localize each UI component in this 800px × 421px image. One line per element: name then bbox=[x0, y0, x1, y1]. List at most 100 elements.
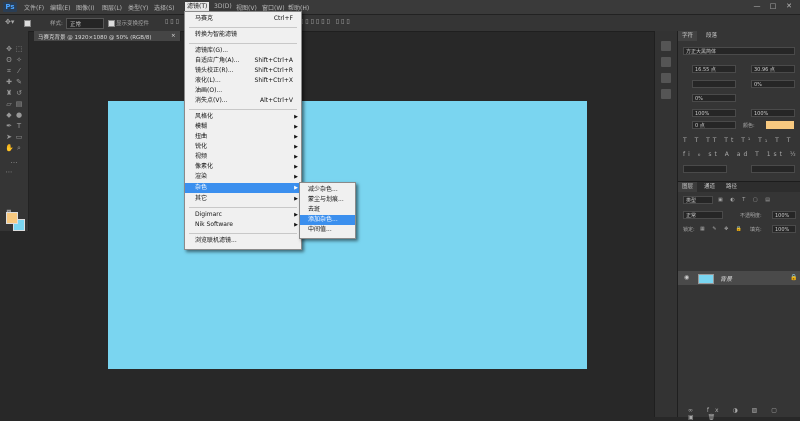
fill-input[interactable]: 100% bbox=[772, 225, 796, 233]
tab-paths[interactable]: 路径 bbox=[722, 182, 741, 192]
hand-tool-icon[interactable]: ✋ bbox=[5, 144, 14, 152]
history-panel-icon[interactable] bbox=[661, 41, 671, 51]
menu-item-stylize[interactable]: 风格化 ▶ bbox=[185, 112, 301, 122]
document-tab[interactable]: 马赛克背景 @ 1920×1080 @ 50% (RGB/8) × bbox=[34, 31, 181, 41]
tab-paragraph[interactable]: 段落 bbox=[702, 31, 722, 41]
menu-item-oil-paint[interactable]: 油画(O)... bbox=[185, 86, 301, 96]
dodge-tool-icon[interactable]: ● bbox=[15, 111, 23, 119]
font-family-select[interactable]: 方正大黑简体 bbox=[683, 47, 795, 55]
opentype-buttons[interactable]: fi ℴ st A ad T 1st ½ bbox=[683, 151, 799, 158]
paragraph-panel-icon[interactable] bbox=[661, 89, 671, 99]
distribute-icons[interactable]: ▯▯▯▯▯▯ ▯▯▯ bbox=[300, 18, 352, 25]
stamp-tool-icon[interactable]: ♜ bbox=[5, 89, 13, 97]
lasso-tool-icon[interactable]: ʘ bbox=[5, 56, 13, 64]
leading-input[interactable]: 30.96 点 bbox=[751, 65, 795, 73]
horizontal-scale-input[interactable]: 100% bbox=[751, 109, 795, 117]
menu-file[interactable]: 文件(F) bbox=[24, 3, 44, 12]
submenu-arrow-icon: ▶ bbox=[294, 154, 298, 160]
menu-item-convert-smart-filter[interactable]: 转换为智能滤镜 bbox=[185, 30, 301, 40]
menu-item-liquify[interactable]: 液化(L)... Shift+Ctrl+X bbox=[185, 76, 301, 86]
scale-field[interactable]: 0% bbox=[692, 94, 736, 102]
submenu-item-add-noise[interactable]: 添加杂色... bbox=[300, 215, 355, 225]
layer-row[interactable]: ◉ 背景 🔒 bbox=[678, 271, 800, 285]
more-tools-icon[interactable]: … bbox=[10, 157, 18, 165]
menu-image[interactable]: 图像(I) bbox=[76, 3, 94, 12]
menu-item-vanishing-point[interactable]: 消失点(V)... Alt+Ctrl+V bbox=[185, 96, 301, 106]
menu-item-nik-software[interactable]: Nik Software ▶ bbox=[185, 220, 301, 230]
blend-mode-select[interactable]: 正常 bbox=[683, 211, 723, 219]
layer-filter-icons[interactable]: ▣ ◐ T ▢ ▤ bbox=[718, 197, 773, 203]
layer-name: 背景 bbox=[720, 276, 733, 283]
layer-kind-filter[interactable]: 类型 bbox=[683, 196, 713, 204]
menu-item-pixelate[interactable]: 像素化 ▶ bbox=[185, 162, 301, 172]
move-tool-icon[interactable]: ✥▾ bbox=[5, 18, 14, 26]
gradient-tool-icon[interactable]: ▤ bbox=[15, 100, 23, 108]
pen-tool-icon[interactable]: ✒ bbox=[5, 122, 13, 130]
auto-select-checkbox[interactable] bbox=[24, 20, 31, 27]
text-color-swatch[interactable] bbox=[766, 121, 794, 129]
menu-3d[interactable]: 3D(D) bbox=[214, 3, 232, 10]
tab-layers[interactable]: 图层 bbox=[678, 182, 698, 192]
menu-item-digimarc[interactable]: Digimarc ▶ bbox=[185, 210, 301, 220]
eyedropper-icon[interactable]: ⁄ bbox=[15, 67, 23, 75]
type-tool-icon[interactable]: T bbox=[15, 122, 23, 130]
menu-item-adaptive-wide-angle[interactable]: 自适应广角(A)... Shift+Ctrl+A bbox=[185, 56, 301, 66]
minimize-icon[interactable]: — bbox=[752, 2, 762, 11]
font-size-input[interactable]: 16.55 点 bbox=[692, 65, 736, 73]
opacity-input[interactable]: 100% bbox=[772, 211, 796, 219]
shape-tool-icon[interactable]: ▭ bbox=[15, 133, 23, 141]
zoom-tool-icon[interactable]: ⌕ bbox=[15, 144, 23, 152]
visibility-eye-icon[interactable]: ◉ bbox=[684, 274, 689, 281]
text-style-buttons[interactable]: T T TT Tt T¹ T₁ T T bbox=[683, 137, 793, 144]
menu-item-other[interactable]: 其它 ▶ bbox=[185, 194, 301, 204]
tab-character[interactable]: 字符 bbox=[678, 31, 698, 41]
close-icon[interactable]: ✕ bbox=[784, 2, 794, 11]
filter-dropdown-menu: 马赛克 Ctrl+F 转换为智能滤镜 滤镜库(G)... 自适应广角(A)... S… bbox=[184, 11, 302, 250]
kerning-input[interactable] bbox=[692, 80, 736, 88]
submenu-item-reduce-noise[interactable]: 减少杂色... bbox=[300, 185, 355, 195]
marquee-tool-icon[interactable]: ⬚ bbox=[15, 45, 23, 53]
menu-item-mosaic[interactable]: 马赛克 Ctrl+F bbox=[185, 14, 301, 24]
magic-wand-icon[interactable]: ✧ bbox=[15, 56, 23, 64]
edit-toolbar-icon[interactable]: ⋯ bbox=[5, 168, 13, 176]
submenu-item-despeckle[interactable]: 去斑 bbox=[300, 205, 355, 215]
menu-item-blur[interactable]: 模糊 ▶ bbox=[185, 122, 301, 132]
antialias-select[interactable] bbox=[751, 165, 795, 173]
brush-tool-icon[interactable]: ✎ bbox=[15, 78, 23, 86]
menu-item-lens-correction[interactable]: 镜头校正(R)... Shift+Ctrl+R bbox=[185, 66, 301, 76]
blur-tool-icon[interactable]: ◆ bbox=[5, 111, 13, 119]
menu-item-browse-filters-online[interactable]: 浏览联机滤镜... bbox=[185, 236, 301, 246]
menu-item-noise[interactable]: 杂色 ▶ bbox=[185, 183, 301, 193]
move-tool-icon[interactable]: ✥ bbox=[5, 45, 13, 53]
tracking-input[interactable]: 0% bbox=[751, 80, 795, 88]
crop-tool-icon[interactable]: ⌗ bbox=[5, 67, 13, 75]
menu-item-sharpen[interactable]: 锐化 ▶ bbox=[185, 142, 301, 152]
menu-edit[interactable]: 编辑(E) bbox=[50, 3, 70, 12]
actions-panel-icon[interactable] bbox=[661, 57, 671, 67]
menu-item-video[interactable]: 视频 ▶ bbox=[185, 152, 301, 162]
menu-item-render[interactable]: 渲染 ▶ bbox=[185, 172, 301, 182]
menu-layer[interactable]: 图层(L) bbox=[102, 3, 122, 12]
character-panel-icon[interactable] bbox=[661, 73, 671, 83]
foreground-color-swatch[interactable] bbox=[6, 212, 18, 224]
tab-channels[interactable]: 通道 bbox=[700, 182, 719, 192]
mode-select[interactable]: 正常 bbox=[66, 18, 104, 29]
layers-footer-icons[interactable]: ∞ fx ◑ ▨ ▢ ▣ 🗑 bbox=[688, 407, 800, 421]
lock-icons[interactable]: ▦ ✎ ✥ 🔒 bbox=[700, 226, 745, 232]
healing-brush-icon[interactable]: ✚ bbox=[5, 78, 13, 86]
menu-select[interactable]: 选择(S) bbox=[154, 3, 175, 12]
eraser-tool-icon[interactable]: ▱ bbox=[5, 100, 13, 108]
menu-type[interactable]: 类型(Y) bbox=[128, 3, 148, 12]
show-transform-checkbox[interactable] bbox=[108, 20, 115, 27]
submenu-item-median[interactable]: 中间值... bbox=[300, 225, 355, 235]
history-brush-icon[interactable]: ↺ bbox=[15, 89, 23, 97]
tab-close-icon[interactable]: × bbox=[171, 33, 176, 39]
baseline-input[interactable]: 0 点 bbox=[692, 121, 736, 129]
path-select-icon[interactable]: ➤ bbox=[5, 133, 13, 141]
menu-item-filter-gallery[interactable]: 滤镜库(G)... bbox=[185, 46, 301, 56]
vertical-scale-input[interactable]: 100% bbox=[692, 109, 736, 117]
maximize-icon[interactable]: □ bbox=[768, 2, 778, 11]
menu-item-distort[interactable]: 扭曲 ▶ bbox=[185, 132, 301, 142]
language-select[interactable] bbox=[683, 165, 727, 173]
submenu-item-dust-scratches[interactable]: 蒙尘与划痕... bbox=[300, 195, 355, 205]
